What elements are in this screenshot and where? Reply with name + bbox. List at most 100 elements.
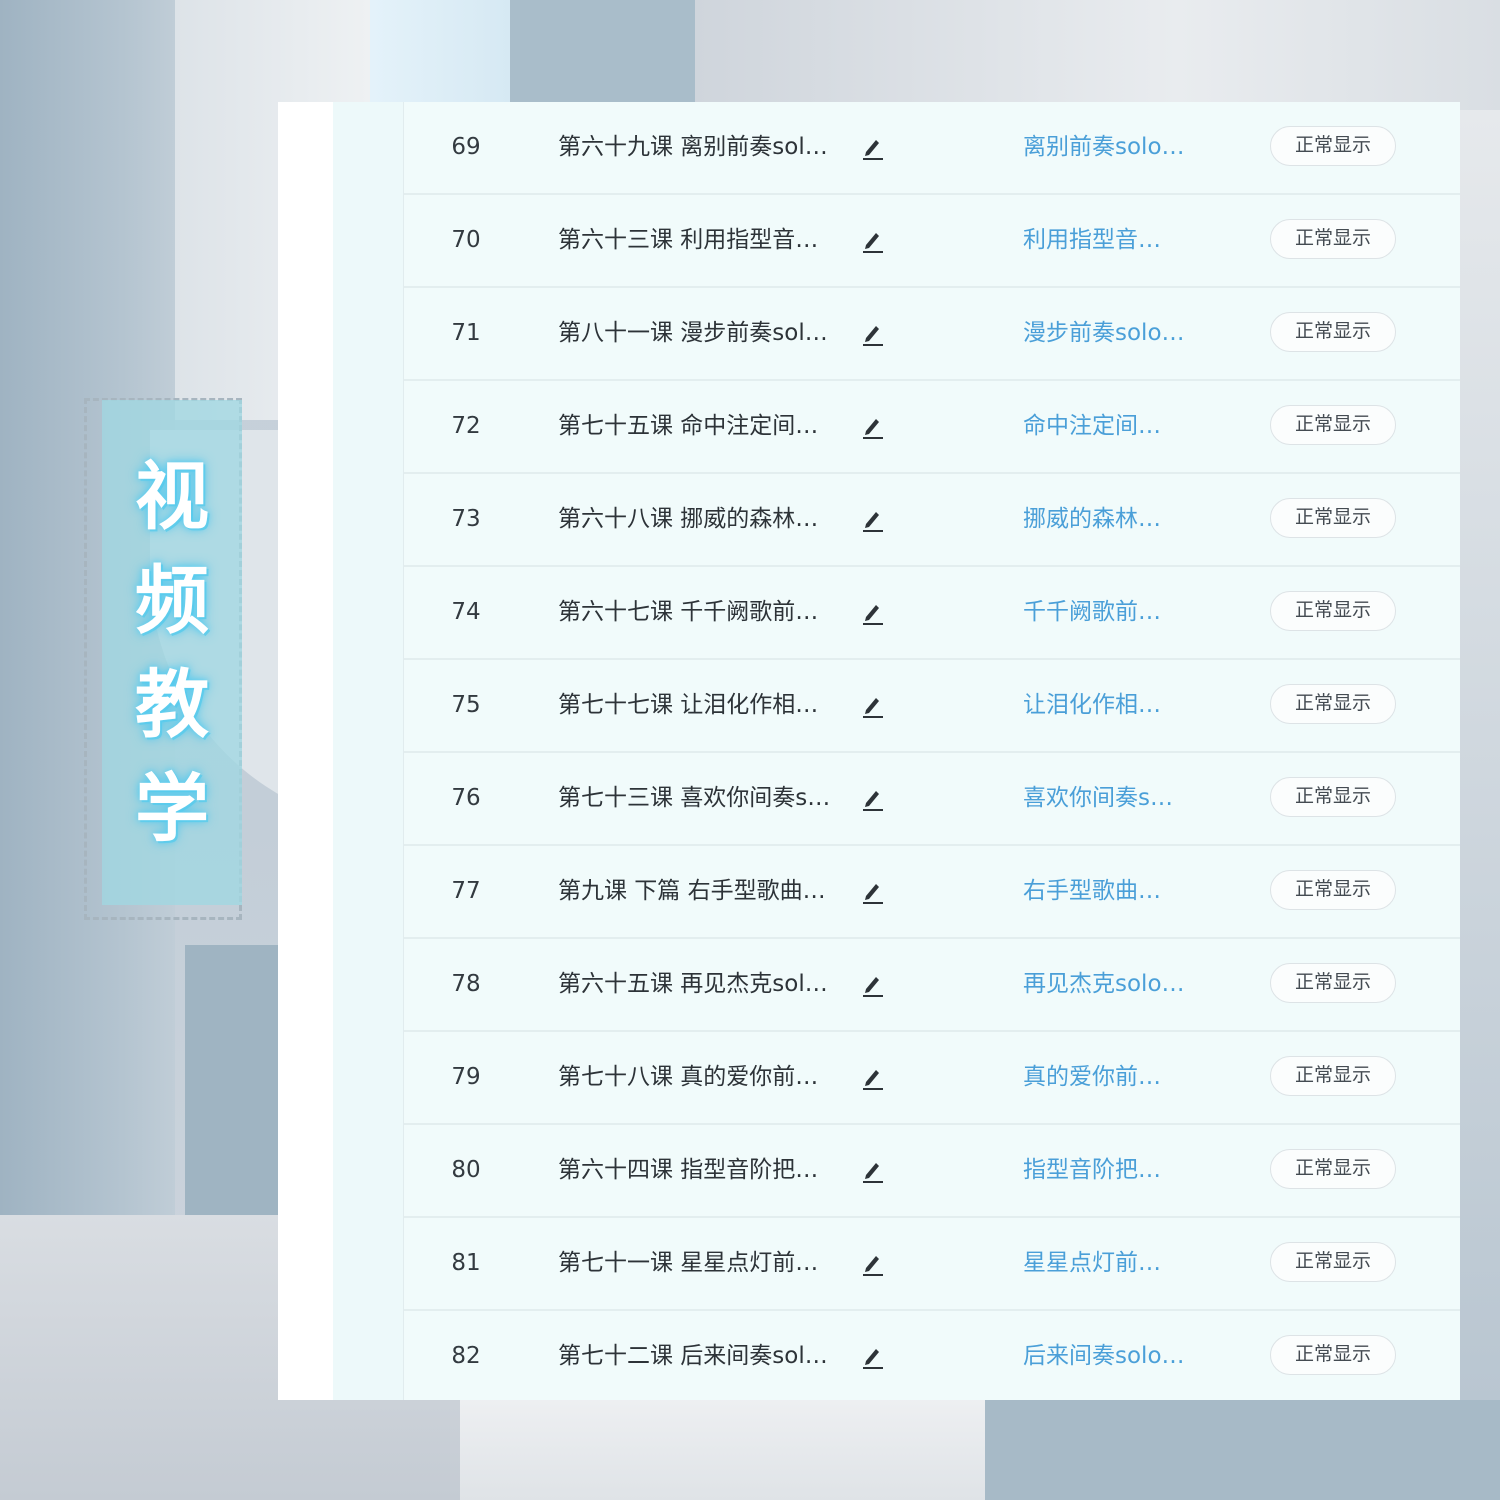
lesson-title: 第七十五课 命中注定间… <box>558 413 819 439</box>
status-button[interactable]: 正常显示 <box>1270 405 1396 445</box>
lesson-link[interactable]: 利用指型音… <box>1023 195 1223 286</box>
lesson-title: 第七十二课 后来间奏sol… <box>558 1343 828 1369</box>
pencil-icon[interactable] <box>860 412 886 442</box>
row-number: 79 <box>451 1064 481 1090</box>
lesson-link[interactable]: 命中注定间… <box>1023 381 1223 472</box>
lesson-link[interactable]: 喜欢你间奏s… <box>1023 753 1223 844</box>
bg-block-right <box>985 1395 1500 1500</box>
table-row: 77 第九课 下篇 右手型歌曲… 右手型歌曲… 正常显示 <box>404 846 1460 939</box>
status-button[interactable]: 正常显示 <box>1270 1242 1396 1282</box>
pencil-icon[interactable] <box>860 1342 886 1372</box>
row-number: 78 <box>451 971 481 997</box>
lesson-title: 第六十三课 利用指型音… <box>558 227 819 253</box>
table-body: 69 第六十九课 离别前奏sol… 离别前奏solo… 正常显示 70 第六十三课 利用指… <box>404 102 1460 1400</box>
pencil-icon[interactable] <box>860 970 886 1000</box>
lesson-table: 69 第六十九课 离别前奏sol… 离别前奏solo… 正常显示 70 第六十三课 利用指… <box>278 102 1460 1400</box>
table-row: 71 第八十一课 漫步前奏sol… 漫步前奏solo… 正常显示 <box>404 288 1460 381</box>
row-number: 69 <box>451 134 481 160</box>
row-number: 75 <box>451 692 481 718</box>
table-checkbox-column <box>333 102 404 1400</box>
table-gutter <box>278 102 333 1400</box>
lesson-link[interactable]: 漫步前奏solo… <box>1023 288 1223 379</box>
lesson-link[interactable]: 真的爱你前… <box>1023 1032 1223 1123</box>
row-number: 82 <box>451 1343 481 1369</box>
pencil-icon[interactable] <box>860 319 886 349</box>
status-button[interactable]: 正常显示 <box>1270 126 1396 166</box>
lesson-title: 第九课 下篇 右手型歌曲… <box>558 878 826 904</box>
status-button[interactable]: 正常显示 <box>1270 1335 1396 1375</box>
row-number: 77 <box>451 878 481 904</box>
lesson-link[interactable]: 离别前奏solo… <box>1023 102 1223 193</box>
badge-char: 视 <box>135 453 209 540</box>
table-row: 80 第六十四课 指型音阶把… 指型音阶把… 正常显示 <box>404 1125 1460 1218</box>
bg-pillar-blue <box>510 0 695 110</box>
status-button[interactable]: 正常显示 <box>1270 963 1396 1003</box>
status-button[interactable]: 正常显示 <box>1270 870 1396 910</box>
row-number: 81 <box>451 1250 481 1276</box>
status-button[interactable]: 正常显示 <box>1270 1149 1396 1189</box>
table-row: 70 第六十三课 利用指型音… 利用指型音… 正常显示 <box>404 195 1460 288</box>
row-number: 73 <box>451 506 481 532</box>
table-row: 82 第七十二课 后来间奏sol… 后来间奏solo… 正常显示 <box>404 1311 1460 1400</box>
pencil-icon[interactable] <box>860 784 886 814</box>
lesson-title: 第八十一课 漫步前奏sol… <box>558 320 828 346</box>
pencil-icon[interactable] <box>860 226 886 256</box>
table-row: 69 第六十九课 离别前奏sol… 离别前奏solo… 正常显示 <box>404 102 1460 195</box>
status-button[interactable]: 正常显示 <box>1270 312 1396 352</box>
pencil-icon[interactable] <box>860 1156 886 1186</box>
lesson-link[interactable]: 星星点灯前… <box>1023 1218 1223 1309</box>
table-row: 78 第六十五课 再见杰克sol… 再见杰克solo… 正常显示 <box>404 939 1460 1032</box>
pencil-icon[interactable] <box>860 1063 886 1093</box>
table-row: 76 第七十三课 喜欢你间奏s… 喜欢你间奏s… 正常显示 <box>404 753 1460 846</box>
bg-right-edge <box>1460 110 1500 1400</box>
lesson-title: 第六十九课 离别前奏sol… <box>558 134 828 160</box>
table-row: 79 第七十八课 真的爱你前… 真的爱你前… 正常显示 <box>404 1032 1460 1125</box>
status-button[interactable]: 正常显示 <box>1270 498 1396 538</box>
lesson-link[interactable]: 指型音阶把… <box>1023 1125 1223 1216</box>
row-number: 80 <box>451 1157 481 1183</box>
row-number: 76 <box>451 785 481 811</box>
table-row: 75 第七十七课 让泪化作相… 让泪化作相… 正常显示 <box>404 660 1460 753</box>
row-number: 71 <box>451 320 481 346</box>
table-row: 72 第七十五课 命中注定间… 命中注定间… 正常显示 <box>404 381 1460 474</box>
lesson-title: 第六十七课 千千阙歌前… <box>558 599 819 625</box>
table-row: 73 第六十八课 挪威的森林… 挪威的森林… 正常显示 <box>404 474 1460 567</box>
status-button[interactable]: 正常显示 <box>1270 219 1396 259</box>
bg-block-left <box>185 945 285 1235</box>
lesson-title: 第六十八课 挪威的森林… <box>558 506 819 532</box>
badge-char: 教 <box>135 661 209 748</box>
table-row: 74 第六十七课 千千阙歌前… 千千阙歌前… 正常显示 <box>404 567 1460 660</box>
pencil-icon[interactable] <box>860 505 886 535</box>
lesson-title: 第六十四课 指型音阶把… <box>558 1157 819 1183</box>
lesson-link[interactable]: 再见杰克solo… <box>1023 939 1223 1030</box>
status-button[interactable]: 正常显示 <box>1270 777 1396 817</box>
lesson-link[interactable]: 千千阙歌前… <box>1023 567 1223 658</box>
badge-char: 学 <box>135 765 209 852</box>
table-row: 81 第七十一课 星星点灯前… 星星点灯前… 正常显示 <box>404 1218 1460 1311</box>
title-badge: 视 频 教 学 <box>102 400 242 905</box>
lesson-link[interactable]: 让泪化作相… <box>1023 660 1223 751</box>
row-number: 74 <box>451 599 481 625</box>
pencil-icon[interactable] <box>860 598 886 628</box>
lesson-title: 第六十五课 再见杰克sol… <box>558 971 828 997</box>
lesson-link[interactable]: 挪威的森林… <box>1023 474 1223 565</box>
pencil-icon[interactable] <box>860 877 886 907</box>
lesson-title: 第七十三课 喜欢你间奏s… <box>558 785 831 811</box>
pencil-icon[interactable] <box>860 133 886 163</box>
status-button[interactable]: 正常显示 <box>1270 1056 1396 1096</box>
badge-char: 频 <box>135 557 209 644</box>
row-number: 72 <box>451 413 481 439</box>
pencil-icon[interactable] <box>860 691 886 721</box>
row-number: 70 <box>451 227 481 253</box>
status-button[interactable]: 正常显示 <box>1270 591 1396 631</box>
bg-pillar-light <box>370 0 510 110</box>
bg-wall-right <box>695 0 1500 110</box>
lesson-title: 第七十七课 让泪化作相… <box>558 692 819 718</box>
lesson-link[interactable]: 右手型歌曲… <box>1023 846 1223 937</box>
lesson-title: 第七十一课 星星点灯前… <box>558 1250 819 1276</box>
lesson-link[interactable]: 后来间奏solo… <box>1023 1311 1223 1400</box>
bg-block-bottom <box>460 1395 990 1500</box>
pencil-icon[interactable] <box>860 1249 886 1279</box>
lesson-title: 第七十八课 真的爱你前… <box>558 1064 819 1090</box>
status-button[interactable]: 正常显示 <box>1270 684 1396 724</box>
